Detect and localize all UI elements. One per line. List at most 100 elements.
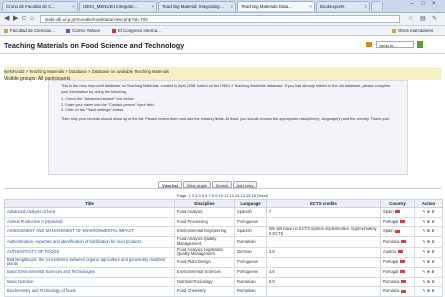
browser-tab-active[interactable]: Teaching Materials Data... × [237, 1, 315, 11]
flag-icon [401, 279, 407, 283]
maximize-icon[interactable]: □ [421, 1, 425, 7]
breadcrumb[interactable]: IsekiFood3 > Teaching Materials > Databa… [4, 69, 169, 74]
minimize-icon[interactable]: – [410, 1, 413, 7]
bookmark-item[interactable]: Facultad de Ciencias... [4, 26, 55, 35]
discipline-cell: Food Analysis Quality Management [174, 236, 235, 248]
tab-search[interactable]: Search [212, 181, 232, 188]
title-link[interactable]: Bad Neighbours: the co-existence between… [4, 256, 175, 268]
forward-icon[interactable]: ▶ [13, 15, 18, 23]
tab-view-list[interactable]: View list [158, 181, 182, 188]
column-header[interactable]: Title [4, 199, 175, 208]
title-link[interactable]: Authentication, expertise and identifica… [4, 236, 175, 248]
title-link[interactable]: Basic Environmental Sciences and Technol… [4, 266, 175, 278]
language-cell: German [234, 246, 267, 258]
title-link[interactable]: Advanced Analysis of food [4, 207, 175, 218]
go-button[interactable] [417, 41, 423, 48]
language-cell: Romanian [234, 236, 267, 248]
language-cell: Romanian [234, 286, 267, 297]
address-bar[interactable]: iseki.ulb.ucp.pt/moodle/mod/data/view.ph… [40, 15, 400, 23]
divider [4, 188, 441, 189]
language-cell: Spanish [234, 207, 267, 218]
table-row: Bad Neighbours: the co-existence between… [4, 256, 443, 268]
browser-tab[interactable]: Crono de Facultat de C... × [2, 1, 78, 11]
tab-label: Teaching Material: Integrating ... [162, 4, 225, 9]
title-link[interactable]: Animal Production II (Optional) [4, 216, 175, 228]
profile-icon[interactable] [366, 42, 372, 47]
title-link-text[interactable]: Bad Neighbours: the co-existence between… [7, 258, 165, 266]
tab-add-entry[interactable]: Add entry [233, 181, 257, 188]
title-link[interactable]: AUTHENTICITY OF FOODS [4, 246, 175, 258]
title-link-text[interactable]: Basic Nutrition [7, 279, 33, 284]
bookmark-item[interactable]: Correo Yahoo! [66, 26, 100, 35]
remove-icon[interactable]: ✘ [431, 209, 434, 214]
action-cell: ✎ ✖ ✘ [414, 276, 443, 288]
flag-icon [395, 210, 401, 214]
remove-icon[interactable]: ✘ [431, 219, 434, 224]
title-link-text[interactable]: Biochemistry and Technology of foods [7, 288, 76, 293]
star-icon[interactable]: ☆ [408, 15, 413, 23]
home-icon[interactable]: ⌂ [30, 15, 34, 23]
page-title: Teaching Materials on Food Science and T… [4, 41, 185, 50]
bookmark-item[interactable]: El Congreso Interna... [112, 26, 161, 35]
title-link-text[interactable]: Basic Environmental Sciences and Technol… [7, 269, 95, 274]
country-cell: Romania [380, 236, 415, 248]
title-link[interactable]: Biochemistry and Technology of foods [4, 286, 175, 297]
pagination[interactable]: Page: 1 2 3 4 5 6 7 8 9 10 11 12 13 14 1… [0, 193, 445, 198]
action-cell: ✎ ✖ ✘ [414, 256, 443, 268]
ects-cell-text: 7 [269, 209, 272, 214]
bookmarks-bar: Facultad de Ciencias... Correo Yahoo! El… [0, 26, 445, 36]
country-cell: Portugal [380, 216, 415, 228]
action-cell: ✎ ✖ ✘ [414, 216, 443, 228]
tab-view-single[interactable]: View single [183, 181, 211, 188]
table-row: AUTHENTICITY OF FOODS Food Analysis Legis… [4, 246, 443, 258]
remove-icon[interactable]: ✘ [431, 259, 434, 264]
flag-icon [401, 289, 407, 293]
page-menu-icon[interactable]: ▤ [420, 15, 426, 23]
other-bookmarks[interactable]: Otros marcadores [392, 26, 433, 35]
new-tab-button[interactable] [371, 1, 383, 11]
column-header[interactable]: Country [380, 199, 415, 208]
title-link[interactable]: ASSESSMENT AND MANAGEMENT OF ENVIRONMENT… [4, 226, 175, 238]
discipline-cell-text: Food Processing [177, 218, 208, 224]
close-window-icon[interactable]: × [432, 1, 436, 7]
close-icon[interactable]: × [230, 2, 233, 11]
title-link-text[interactable]: Advanced Analysis of food [7, 209, 55, 214]
title-link-text[interactable]: AUTHENTICITY OF FOODS [7, 249, 59, 254]
discipline-cell: Food Analysis [174, 207, 235, 218]
title-link[interactable]: Basic Nutrition [4, 276, 175, 288]
remove-icon[interactable]: ✘ [431, 279, 434, 284]
title-link-text[interactable]: Authentication, expertise and identifica… [7, 239, 142, 244]
discipline-cell: Food Plant Design [174, 256, 235, 268]
discipline-cell: Nutrition/Toxicology [174, 276, 235, 288]
remove-icon[interactable]: ✘ [431, 239, 434, 244]
ects-cell-text: 5,0 [269, 278, 275, 284]
back-icon[interactable]: ◀ [4, 15, 9, 23]
country-cell-text: Portugal [383, 218, 399, 224]
discipline-cell: Environmental Sciences [174, 266, 235, 278]
column-header[interactable]: Language [234, 199, 267, 208]
title-link-text[interactable]: ASSESSMENT AND MANAGEMENT OF ENVIRONMENT… [7, 228, 134, 234]
wrench-icon[interactable]: ✎ [432, 15, 437, 23]
folder-icon [392, 28, 396, 33]
browser-tab[interactable]: ISEKI_MENUS4 Integrate... × [79, 1, 157, 11]
jump-to-select[interactable]: Jump to... [376, 41, 414, 48]
close-icon[interactable]: × [364, 2, 367, 11]
close-icon[interactable]: × [72, 2, 75, 11]
remove-icon[interactable]: ✘ [431, 249, 434, 254]
column-header[interactable]: ECTS credits [266, 199, 381, 208]
remove-icon[interactable]: ✘ [431, 269, 434, 274]
ects-cell: 7 [266, 207, 381, 218]
table-row: Basic Nutrition Nutrition/Toxicology Roman… [4, 276, 443, 288]
ects-cell: 2,8 [266, 246, 381, 258]
reload-icon[interactable]: C [22, 15, 26, 23]
browser-tab[interactable]: Bookexports × [316, 1, 370, 11]
language-cell-text: Portuguese [237, 268, 258, 274]
remove-icon[interactable]: ✘ [431, 228, 434, 234]
browser-tab[interactable]: Teaching Material: Integrating ... × [158, 1, 236, 11]
column-header[interactable]: Discipline [174, 199, 235, 208]
intro-paragraph: This is the new, improved database on Te… [61, 84, 391, 94]
close-icon[interactable]: × [309, 2, 312, 11]
title-link-text[interactable]: Animal Production II (Optional) [7, 219, 63, 224]
close-icon[interactable]: × [151, 2, 154, 11]
remove-icon[interactable]: ✘ [431, 288, 434, 293]
